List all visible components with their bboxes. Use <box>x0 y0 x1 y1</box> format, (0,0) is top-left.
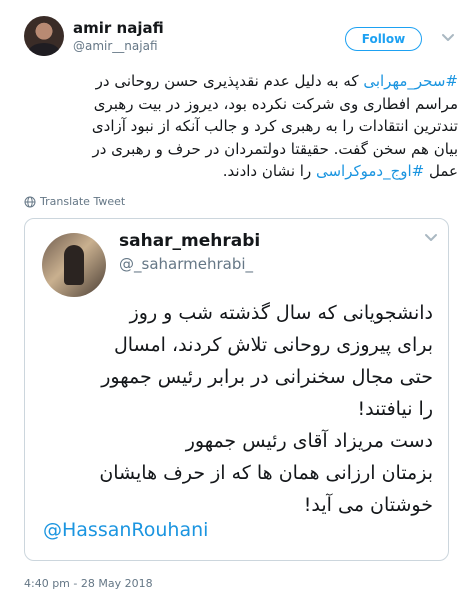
globe-icon <box>24 196 36 207</box>
tweet-line: بیان هم سخن گفت. حقیقتا دولتمردان در حرف… <box>92 139 458 158</box>
quoted-author-name[interactable]: sahar_mehrabi <box>119 231 260 251</box>
chevron-down-icon[interactable] <box>441 30 455 44</box>
tweet-line: مراسم افطاری وی شرکت نکرده بود، دیروز در… <box>93 94 458 113</box>
quoted-line: حتی مجال سخنرانی در برابر رئیس جمهور <box>101 366 433 388</box>
author-avatar[interactable] <box>24 16 64 56</box>
follow-button[interactable]: Follow <box>345 27 422 51</box>
quoted-author-avatar[interactable] <box>42 233 106 297</box>
author-name[interactable]: amir najafi <box>73 19 164 37</box>
hashtag-link[interactable]: #اوج_دموکراسی <box>316 162 424 180</box>
mention-link[interactable]: @HassanRouhani <box>43 519 208 541</box>
quoted-line: برای پیروزی روحانی تلاش کردند، امسال <box>113 334 433 356</box>
quoted-tweet[interactable]: sahar_mehrabi @_saharmehrabi_ دانشجویانی… <box>24 218 449 561</box>
tweet-text: #سحر_مهرابی که به دلیل عدم نقدپذیری حسن … <box>20 70 458 183</box>
quoted-line: دانشجویانی که سال گذشته شب و روز <box>129 302 433 324</box>
quoted-line: را نیافتند! <box>357 398 433 420</box>
quoted-line: دست مریزاد آقای رئیس جمهور <box>185 430 433 452</box>
quoted-line: بزمتان ارزانی همان ها که از حرف هایشان <box>99 462 433 484</box>
quoted-line: خوشتان می آید! <box>303 494 433 516</box>
tweet-line: عمل #اوج_دموکراسی را نشان دادند. <box>20 160 458 183</box>
tweet-line-text: که به دلیل عدم نقدپذیری حسن روحانی در <box>95 72 364 90</box>
author-handle[interactable]: @amir__najafi <box>73 39 158 53</box>
hashtag-link[interactable]: #سحر_مهرابی <box>363 72 458 90</box>
quoted-author-handle[interactable]: @_saharmehrabi_ <box>119 255 253 273</box>
quoted-tweet-text: دانشجویانی که سال گذشته شب و روز برای پی… <box>43 297 433 521</box>
translate-tweet-link[interactable]: Translate Tweet <box>24 195 125 208</box>
tweet-line-text: عمل <box>424 162 458 180</box>
tweet-line-text: را نشان دادند. <box>222 162 316 180</box>
tweet-line: تندترین انتقادات را به رهبری کرد و جالب … <box>91 117 458 135</box>
tweet-timestamp[interactable]: 4:40 pm - 28 May 2018 <box>24 577 153 590</box>
tweet-card: amir najafi @amir__najafi Follow #سحر_مه… <box>0 0 476 601</box>
tweet-line: #سحر_مهرابی که به دلیل عدم نقدپذیری حسن … <box>20 70 458 93</box>
translate-label: Translate Tweet <box>40 195 126 208</box>
chevron-down-icon[interactable] <box>424 230 438 244</box>
